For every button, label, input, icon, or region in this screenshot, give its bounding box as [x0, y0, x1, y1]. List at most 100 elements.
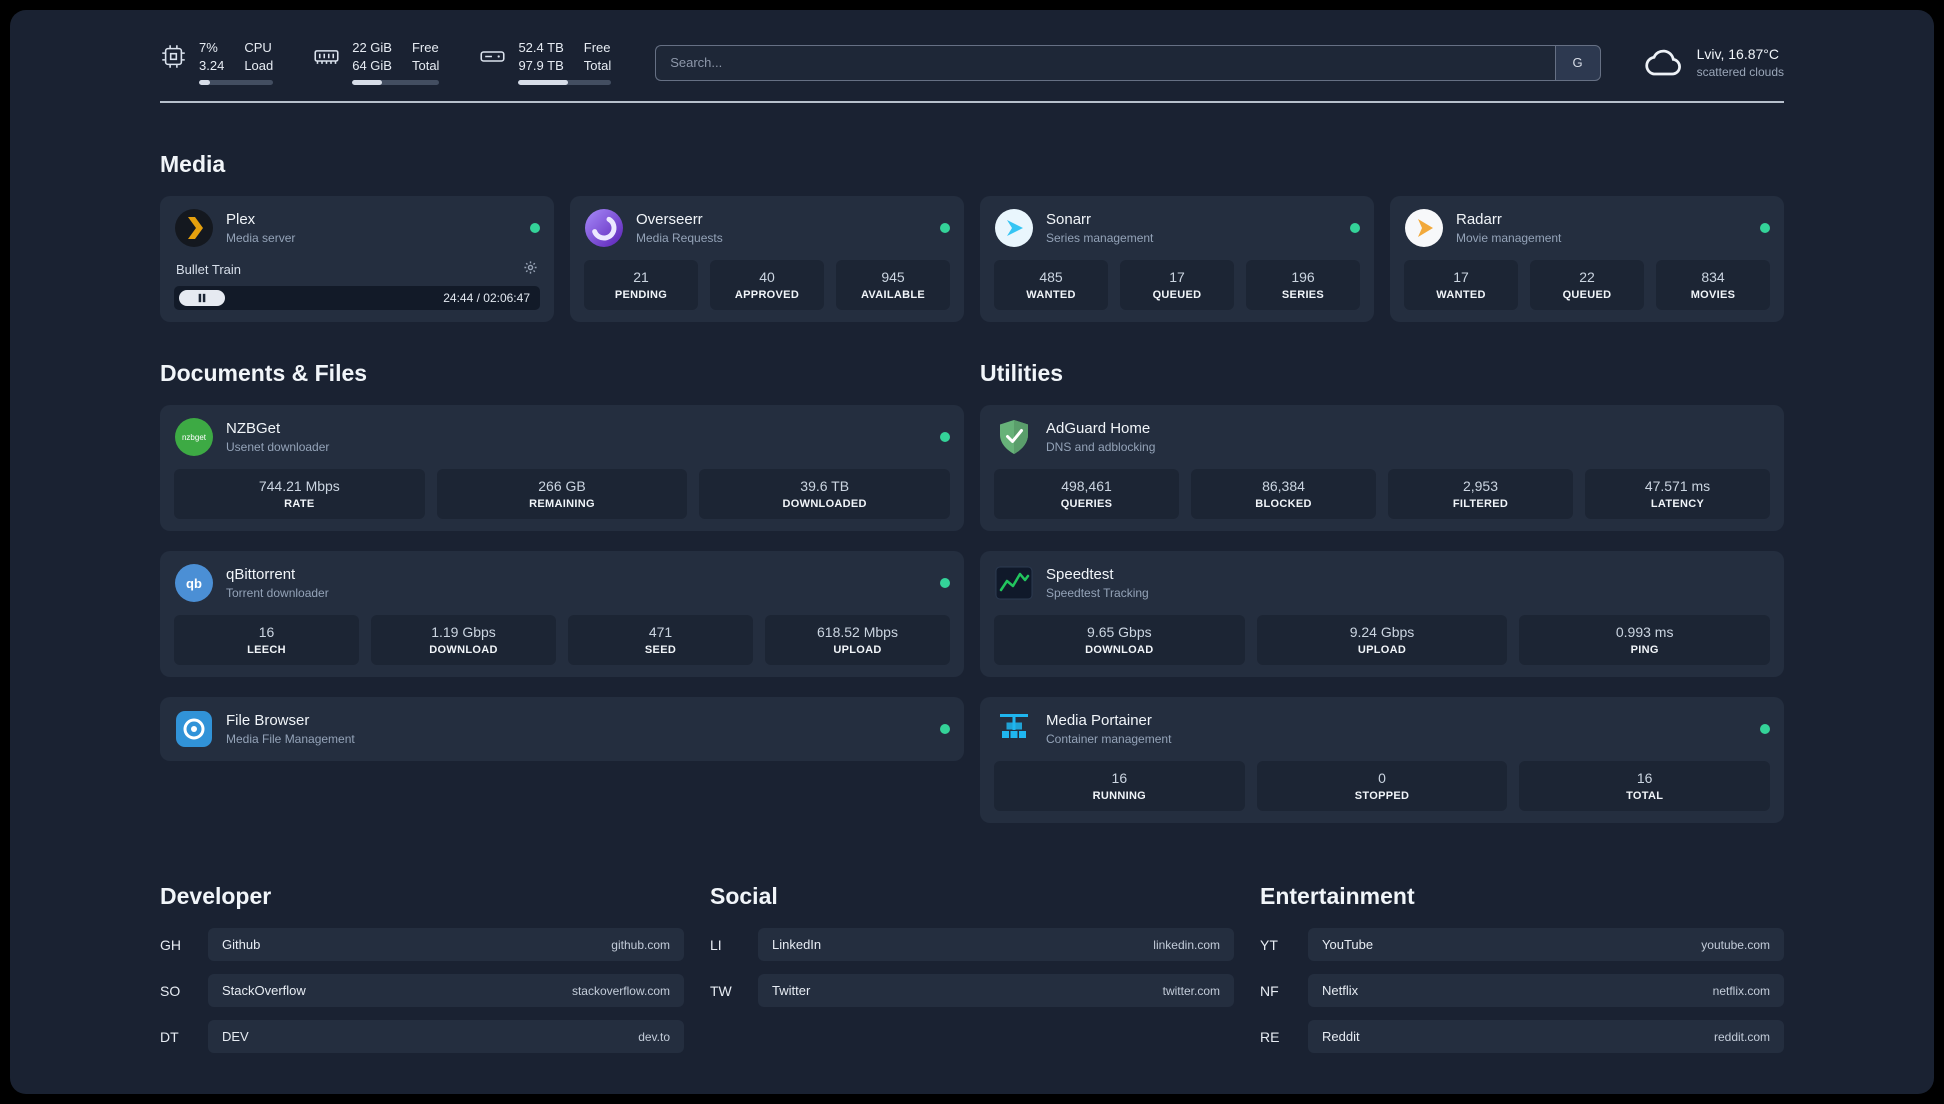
status-indicator — [1760, 724, 1770, 734]
bookmark-link-stackoverflow[interactable]: StackOverflow stackoverflow.com — [208, 974, 684, 1007]
stat-label: REMAINING — [529, 498, 595, 510]
pause-button[interactable] — [179, 290, 225, 306]
stat-label: QUEUED — [1152, 289, 1202, 301]
ram-widget: 22 GiB 64 GiB Free Total — [313, 40, 440, 85]
stat-box: 47.571 ms LATENCY — [1585, 469, 1770, 519]
pause-icon — [198, 293, 206, 303]
service-card-nzbget[interactable]: nzbget NZBGet Usenet downloader 744.21 M… — [160, 405, 964, 531]
plex-icon — [174, 208, 214, 248]
search-bar: G — [655, 44, 1601, 81]
topbar-divider — [160, 101, 1784, 103]
stat-box: 0 STOPPED — [1256, 761, 1508, 811]
stat-label: TOTAL — [1626, 790, 1664, 802]
plex-now-playing: Bullet Train 24:44 / 02:06:47 — [174, 260, 540, 310]
stat-box: 498,461 QUERIES — [994, 469, 1179, 519]
stat-label: FILTERED — [1452, 498, 1509, 510]
bookmark-abbr: TW — [710, 982, 732, 999]
stat-label: WANTED — [1026, 289, 1076, 301]
stat-label: APPROVED — [734, 289, 800, 301]
bookmark-link-github[interactable]: Github github.com — [208, 928, 684, 961]
bookmark-link-netflix[interactable]: Netflix netflix.com — [1308, 974, 1784, 1007]
stat-value: 22 — [1579, 269, 1595, 285]
service-name: Plex — [226, 211, 256, 228]
bookmark-row: LI LinkedIn linkedin.com — [710, 928, 1234, 961]
portainer-icon — [994, 709, 1034, 749]
settings-gear-icon[interactable] — [523, 260, 538, 278]
service-name: Radarr — [1456, 211, 1502, 228]
stat-value: 618.52 Mbps — [817, 624, 898, 640]
service-card-radarr[interactable]: Radarr Movie management 17 WANTED 22 QUEUE… — [1390, 196, 1784, 322]
stat-label: QUERIES — [1060, 498, 1113, 510]
weather-widget: Lviv, 16.87°C scattered clouds — [1641, 41, 1784, 85]
service-card-speedtest[interactable]: Speedtest Speedtest Tracking 9.65 Gbps DO… — [980, 551, 1784, 677]
bookmark-row: TW Twitter twitter.com — [710, 974, 1234, 1007]
section-title-media: Media — [160, 151, 226, 177]
bookmark-abbr: GH — [160, 936, 181, 953]
bookmark-abbr: SO — [160, 982, 181, 999]
disk-widget: 52.4 TB 97.9 TB Free Total — [479, 40, 612, 85]
search-engine-button[interactable]: G — [1554, 44, 1601, 81]
service-subtitle: Container management — [1046, 732, 1172, 746]
stat-value: 945 — [881, 269, 905, 285]
stat-box: 266 GB REMAINING — [436, 469, 688, 519]
service-card-portainer[interactable]: Media Portainer Container management 16 R… — [980, 697, 1784, 823]
cpu-load-label: Load — [244, 58, 274, 73]
stat-value: 39.6 TB — [800, 478, 850, 494]
stat-box: 196 SERIES — [1246, 260, 1360, 310]
bookmark-link-dev[interactable]: DEV dev.to — [208, 1020, 684, 1053]
section-title-documents: Documents & Files — [160, 360, 368, 386]
stat-box: 2,953 FILTERED — [1388, 469, 1573, 519]
bookmark-link-reddit[interactable]: Reddit reddit.com — [1308, 1020, 1784, 1053]
service-card-sonarr[interactable]: Sonarr Series management 485 WANTED 17 QUE… — [980, 196, 1374, 322]
stat-value: 17 — [1453, 269, 1469, 285]
system-stats: 7% 3.24 CPU Load 22 GiB 64 GiB Free Tota… — [160, 40, 612, 85]
svg-text:qb: qb — [186, 576, 202, 591]
bookmark-abbr: RE — [1260, 1028, 1280, 1045]
stat-label: AVAILABLE — [860, 289, 925, 301]
utilities-column: Utilities AdGuard Home DNS and adblockin… — [980, 326, 1784, 823]
bookmark-link-linkedin[interactable]: LinkedIn linkedin.com — [758, 928, 1234, 961]
service-card-overseerr[interactable]: Overseerr Media Requests 21 PENDING 40 APP… — [570, 196, 964, 322]
stat-value: 2,953 — [1462, 478, 1499, 494]
stat-label: RUNNING — [1092, 790, 1147, 802]
ram-total-label: Total — [411, 58, 440, 73]
service-card-adguard[interactable]: AdGuard Home DNS and adblocking 498,461 Q… — [980, 405, 1784, 531]
now-playing-title: Bullet Train — [176, 261, 242, 277]
search-input[interactable] — [655, 44, 1555, 81]
service-subtitle: Media Requests — [636, 231, 723, 245]
speedtest-icon — [994, 563, 1034, 603]
service-card-plex[interactable]: Plex Media server Bullet Train 24:44 / 0… — [160, 196, 554, 322]
stat-value: 17 — [1169, 269, 1185, 285]
stat-value: 86,384 — [1262, 478, 1305, 494]
stat-box: 1.19 Gbps DOWNLOAD — [371, 615, 556, 665]
bookmark-abbr: YT — [1260, 936, 1278, 953]
stat-box: 17 QUEUED — [1120, 260, 1234, 310]
stat-label: DOWNLOAD — [1085, 644, 1154, 656]
status-indicator — [940, 724, 950, 734]
service-card-filebrowser[interactable]: File Browser Media File Management — [160, 697, 964, 761]
bookmark-row: RE Reddit reddit.com — [1260, 1020, 1784, 1053]
stat-label: MOVIES — [1690, 289, 1736, 301]
status-indicator — [1760, 223, 1770, 233]
section-title-utilities: Utilities — [980, 360, 1064, 386]
bookmark-group-developer: Developer GH Github github.com SO StackO… — [160, 847, 684, 1066]
stat-box: 9.65 Gbps DOWNLOAD — [994, 615, 1245, 665]
bookmark-link-youtube[interactable]: YouTube youtube.com — [1308, 928, 1784, 961]
status-indicator — [530, 223, 540, 233]
svg-text:nzbget: nzbget — [182, 433, 207, 442]
cpu-load-value: 3.24 — [199, 58, 225, 73]
stat-label: PENDING — [614, 289, 668, 301]
stat-label: PING — [1630, 644, 1659, 656]
stat-label: LEECH — [247, 644, 286, 656]
disk-icon — [480, 51, 505, 62]
filebrowser-icon — [174, 709, 214, 749]
service-card-qbittorrent[interactable]: qb qBittorrent Torrent downloader 16 LEEC… — [160, 551, 964, 677]
bookmark-link-twitter[interactable]: Twitter twitter.com — [758, 974, 1234, 1007]
status-indicator — [940, 223, 950, 233]
playback-progress-bar[interactable]: 24:44 / 02:06:47 — [174, 286, 540, 310]
stat-value: 16 — [1111, 770, 1128, 786]
stat-box: 16 LEECH — [174, 615, 359, 665]
stat-label: SERIES — [1281, 289, 1325, 301]
stat-box: 39.6 TB DOWNLOADED — [699, 469, 951, 519]
sonarr-icon — [994, 208, 1034, 248]
